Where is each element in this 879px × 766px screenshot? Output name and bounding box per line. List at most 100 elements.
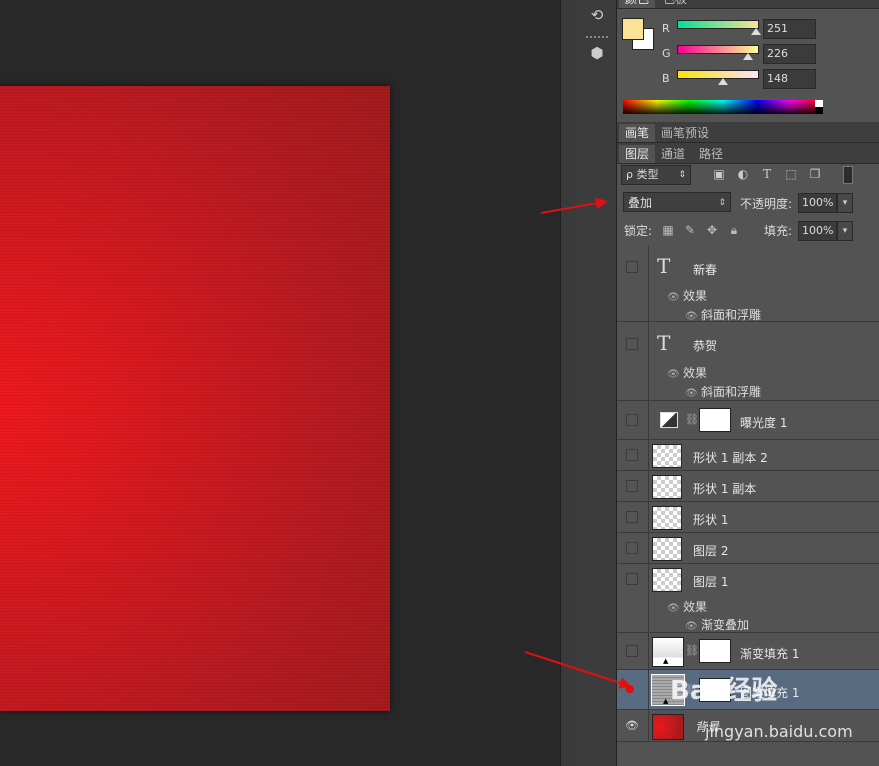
image-filter-icon[interactable]: ▣ — [711, 166, 727, 182]
eye-icon[interactable]: 👁︎ — [685, 621, 701, 632]
text-layer-icon: T — [657, 254, 671, 278]
effects-row[interactable]: 👁︎ 效果 — [667, 364, 707, 381]
layer-row-shape1[interactable]: 形状 1 — [617, 502, 879, 533]
filter-toggle-switch[interactable] — [843, 166, 853, 184]
eye-icon[interactable]: 👁︎ — [667, 369, 683, 380]
fill-dropdown-button[interactable]: ▾ — [837, 221, 853, 241]
row-separator — [648, 440, 649, 471]
tab-swatches[interactable]: 色板 — [657, 0, 693, 8]
tab-paths[interactable]: 路径 — [693, 145, 729, 163]
b-value-field[interactable]: 148 — [763, 69, 816, 89]
tab-brush[interactable]: 画笔 — [619, 124, 656, 142]
background-thumbnail[interactable] — [652, 714, 684, 740]
row-separator — [648, 533, 649, 564]
effect-label: 斜面和浮雕 — [701, 308, 762, 322]
r-slider[interactable] — [677, 20, 759, 29]
visibility-toggle[interactable] — [626, 338, 638, 350]
layer-filter-select[interactable]: ρ 类型 ⇕ — [621, 165, 691, 185]
adjustment-filter-icon[interactable]: ◐ — [735, 166, 751, 182]
layer-thumbnail[interactable] — [652, 506, 682, 530]
layer-row-shape1-copy2[interactable]: 形状 1 副本 2 — [617, 440, 879, 471]
black-white-swatch[interactable] — [815, 100, 823, 114]
tab-channels[interactable]: 通道 — [655, 145, 691, 163]
visibility-toggle[interactable] — [626, 511, 638, 523]
eye-icon[interactable]: 👁︎ — [667, 603, 683, 614]
document-canvas[interactable] — [0, 86, 390, 711]
layer-mask-thumbnail[interactable] — [699, 639, 731, 663]
r-slider-thumb[interactable] — [751, 28, 761, 35]
effects-row[interactable]: 👁︎ 效果 — [667, 287, 707, 304]
layer-row-layer2[interactable]: 图层 2 — [617, 533, 879, 564]
effects-row[interactable]: 👁︎ 效果 — [667, 598, 707, 615]
row-separator — [648, 322, 649, 401]
b-slider-thumb[interactable] — [718, 78, 728, 85]
lock-transparency-icon[interactable]: ▦ — [661, 223, 675, 237]
blend-mode-value: 叠加 — [628, 196, 653, 210]
layer-thumbnail[interactable] — [652, 444, 682, 468]
watermark-logo: Bai 经验 — [670, 676, 778, 706]
visibility-toggle[interactable] — [626, 573, 638, 585]
layer-row-gonghe[interactable]: T 恭贺 👁︎ 效果 👁︎ 斜面和浮雕 — [617, 322, 879, 401]
effect-bevel-emboss[interactable]: 👁︎ 斜面和浮雕 — [685, 306, 761, 323]
lock-image-brush-icon[interactable]: ✎ — [683, 223, 697, 237]
layer-mask-thumbnail[interactable] — [699, 408, 731, 432]
lock-position-move-icon[interactable]: ✥ — [705, 223, 719, 237]
eye-icon[interactable]: 👁︎ — [685, 388, 701, 399]
layer-thumbnail[interactable] — [652, 475, 682, 499]
row-separator — [648, 401, 649, 440]
row-separator — [648, 670, 649, 710]
type-filter-icon[interactable]: T — [759, 166, 775, 182]
gradient-fill-thumbnail[interactable]: ▲ — [652, 637, 684, 667]
triangle-icon: ▲ — [663, 657, 669, 665]
effect-bevel-emboss[interactable]: 👁︎ 斜面和浮雕 — [685, 383, 761, 400]
fill-field[interactable]: 100% — [798, 221, 837, 241]
layer-thumbnail[interactable] — [652, 568, 682, 592]
eye-icon[interactable]: 👁︎ — [685, 311, 701, 322]
chevron-updown-icon: ⇕ — [678, 170, 686, 180]
lock-all-padlock-icon[interactable]: 🔒︎ — [727, 223, 741, 237]
opacity-dropdown-button[interactable]: ▾ — [837, 193, 853, 213]
panel-divider[interactable] — [560, 0, 579, 766]
visibility-toggle[interactable] — [626, 414, 638, 426]
dock-grip[interactable] — [586, 36, 608, 40]
smart-object-filter-icon[interactable]: ❐ — [807, 166, 823, 182]
3d-cube-icon[interactable]: ⬢ — [586, 42, 608, 64]
layer-name: 形状 1 副本 2 — [693, 451, 768, 465]
g-slider-thumb[interactable] — [743, 53, 753, 60]
row-separator — [648, 633, 649, 670]
opacity-field[interactable]: 100% — [798, 193, 837, 213]
tab-layers[interactable]: 图层 — [619, 145, 656, 163]
g-value-field[interactable]: 226 — [763, 44, 816, 64]
shape-filter-icon[interactable]: ⬚ — [783, 166, 799, 182]
channel-label-b: B — [662, 72, 670, 85]
exposure-adjustment-icon — [660, 412, 678, 428]
visibility-toggle[interactable] — [626, 645, 638, 657]
layer-filter-label: ρ 类型 — [626, 168, 659, 181]
layer-row-xinchun[interactable]: T 新春 👁︎ 效果 👁︎ 斜面和浮雕 — [617, 245, 879, 322]
visibility-toggle[interactable] — [626, 480, 638, 492]
tab-color[interactable]: 颜色 — [619, 0, 656, 8]
layer-row-shape1-copy[interactable]: 形状 1 副本 — [617, 471, 879, 502]
r-value-field[interactable]: 251 — [763, 19, 816, 39]
visibility-toggle[interactable] — [626, 261, 638, 273]
eye-icon[interactable]: 👁︎ — [625, 719, 639, 732]
color-spectrum-bar[interactable] — [623, 100, 823, 114]
visibility-toggle[interactable] — [626, 449, 638, 461]
foreground-color-swatch[interactable] — [622, 18, 644, 40]
document-canvas-area[interactable] — [0, 0, 560, 766]
chain-link-icon[interactable]: ⛓︎ — [685, 644, 699, 657]
layer-thumbnail[interactable] — [652, 537, 682, 561]
visibility-toggle[interactable] — [626, 542, 638, 554]
layer-row-gradient-fill[interactable]: ▲ ⛓︎ 渐变填充 1 — [617, 633, 879, 670]
blend-mode-select[interactable]: 叠加 ⇕ — [623, 192, 731, 212]
layer-name: 恭贺 — [693, 339, 718, 353]
effect-gradient-overlay[interactable]: 👁︎ 渐变叠加 — [685, 616, 749, 633]
history-icon[interactable]: ⟲ — [586, 4, 608, 26]
chain-link-icon[interactable]: ⛓︎ — [685, 413, 699, 426]
tab-brush-presets[interactable]: 画笔预设 — [655, 124, 715, 142]
opacity-label: 不透明度: — [740, 197, 793, 211]
brush-panel-tabs: 画笔 画笔预设 — [617, 122, 879, 143]
eye-icon[interactable]: 👁︎ — [667, 292, 683, 303]
layer-row-layer1[interactable]: 图层 1 👁︎ 效果 👁︎ 渐变叠加 — [617, 564, 879, 633]
layer-row-exposure[interactable]: ⛓︎ 曝光度 1 — [617, 401, 879, 440]
